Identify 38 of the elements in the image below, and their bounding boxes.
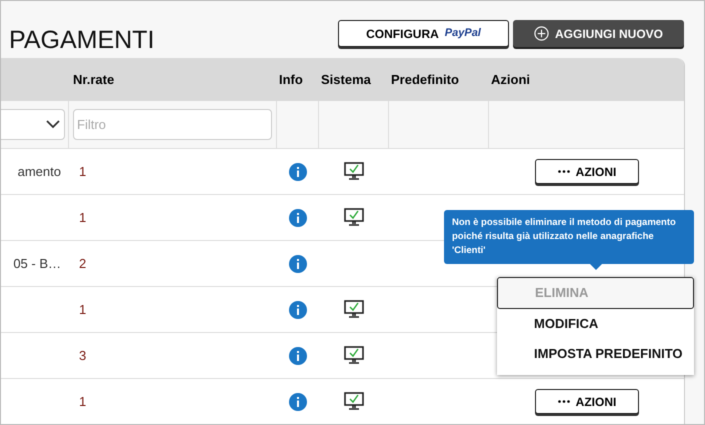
plus-circle-icon bbox=[534, 26, 549, 41]
more-icon bbox=[558, 170, 570, 173]
rate-cell: 1 bbox=[79, 164, 86, 179]
column-header: Sistema bbox=[320, 70, 372, 89]
info-icon[interactable] bbox=[289, 254, 307, 272]
actions-button[interactable]: AZIONI bbox=[535, 389, 639, 414]
tooltip: Non è possibile eliminare il metodo di pagamento poiché risulta già utilizzato nelle anagrafiche 'Clienti' bbox=[444, 210, 694, 264]
configure-paypal-button[interactable]: CONFIGURA PayPal bbox=[338, 20, 509, 47]
page-title: PAGAMENTI bbox=[9, 28, 154, 53]
add-new-button[interactable]: AGGIUNGI NUOVO bbox=[513, 20, 684, 47]
info-icon[interactable] bbox=[289, 392, 307, 410]
info-icon[interactable] bbox=[289, 208, 307, 226]
tooltip-arrow-icon bbox=[590, 264, 602, 270]
rate-cell: 3 bbox=[79, 348, 86, 363]
monitor-check-icon bbox=[344, 162, 364, 181]
more-icon bbox=[558, 400, 570, 403]
column-header: Nr.rate bbox=[72, 70, 116, 89]
menu-item[interactable]: MODIFICA bbox=[497, 309, 694, 339]
rate-cell: 2 bbox=[79, 256, 86, 271]
info-icon[interactable] bbox=[289, 346, 307, 364]
actions-button[interactable]: AZIONI bbox=[535, 159, 639, 184]
filter-input[interactable]: Filtro bbox=[73, 109, 272, 140]
monitor-check-icon bbox=[344, 300, 364, 319]
monitor-check-icon bbox=[344, 392, 364, 411]
column-header: Azioni bbox=[490, 70, 531, 89]
info-icon[interactable] bbox=[289, 300, 307, 318]
chevron-down-icon bbox=[46, 120, 60, 129]
rate-cell: 1 bbox=[79, 394, 86, 409]
menu-item[interactable]: IMPOSTA PREDEFINITO bbox=[497, 339, 694, 369]
column-header: Predefinito bbox=[390, 70, 460, 89]
monitor-check-icon bbox=[344, 208, 364, 227]
table-cell-text: amento bbox=[18, 162, 61, 181]
monitor-check-icon bbox=[344, 346, 364, 365]
table-cell-text: 05 - B… bbox=[13, 254, 61, 273]
column-header: Info bbox=[278, 70, 304, 89]
rate-cell: 1 bbox=[79, 302, 86, 317]
info-icon[interactable] bbox=[289, 162, 307, 180]
rate-cell: 1 bbox=[79, 210, 86, 225]
